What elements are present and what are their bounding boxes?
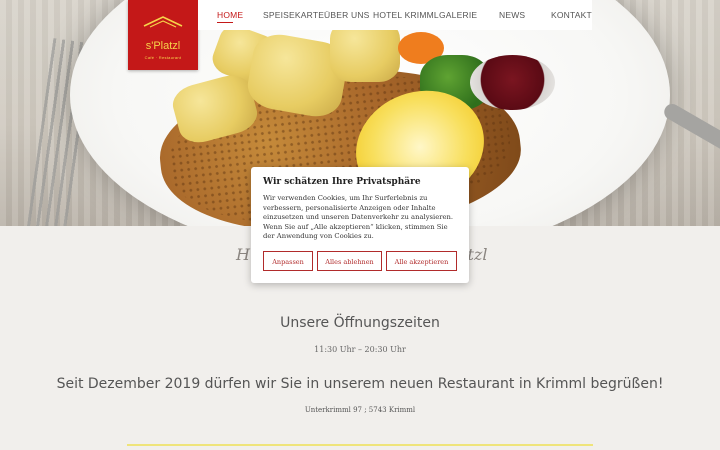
welcome-text: Seit Dezember 2019 dürfen wir Sie in uns… [56, 376, 664, 392]
nav-active-indicator [217, 22, 233, 23]
welcome-heading-left: H [236, 245, 250, 264]
reject-all-button[interactable]: Alles ablehnen [317, 251, 382, 271]
address: Unterkrimml 97 ; 5743 Krimml [304, 406, 416, 414]
customize-button[interactable]: Anpassen [263, 251, 313, 271]
logo-text: s'Platzl [145, 40, 181, 52]
nav-kontakt[interactable]: KONTAKT [551, 10, 592, 20]
site-logo[interactable]: s'Platzl Café · Restaurant [128, 0, 198, 70]
main-nav: HOME SPEISEKARTE ÜBER UNS HOTEL KRIMML G… [198, 0, 592, 30]
cookie-dialog-text: Wir verwenden Cookies, um Ihr Surferlebn… [263, 194, 454, 240]
section-divider [127, 444, 593, 446]
nav-news[interactable]: NEWS [499, 10, 525, 20]
logo-tagline: Café · Restaurant [144, 55, 182, 60]
nav-speisekarte[interactable]: SPEISEKARTE [263, 10, 324, 20]
cookie-dialog-title: Wir schätzen Ihre Privatsphäre [263, 177, 421, 187]
nav-ueber-uns[interactable]: ÜBER UNS [324, 10, 370, 20]
roof-icon [143, 16, 183, 28]
opening-hours-title: Unsere Öffnungszeiten [280, 315, 440, 331]
nav-home[interactable]: HOME [217, 10, 243, 20]
cranberry-bowl-image [470, 55, 555, 110]
opening-hours: 11:30 Uhr – 20:30 Uhr [314, 345, 406, 354]
accept-all-button[interactable]: Alle akzeptieren [386, 251, 457, 271]
cookie-consent-dialog: Wir schätzen Ihre Privatsphäre Wir verwe… [251, 167, 469, 283]
nav-hotel-krimml[interactable]: HOTEL KRIMML [373, 10, 439, 20]
nav-galerie[interactable]: GALERIE [439, 10, 477, 20]
